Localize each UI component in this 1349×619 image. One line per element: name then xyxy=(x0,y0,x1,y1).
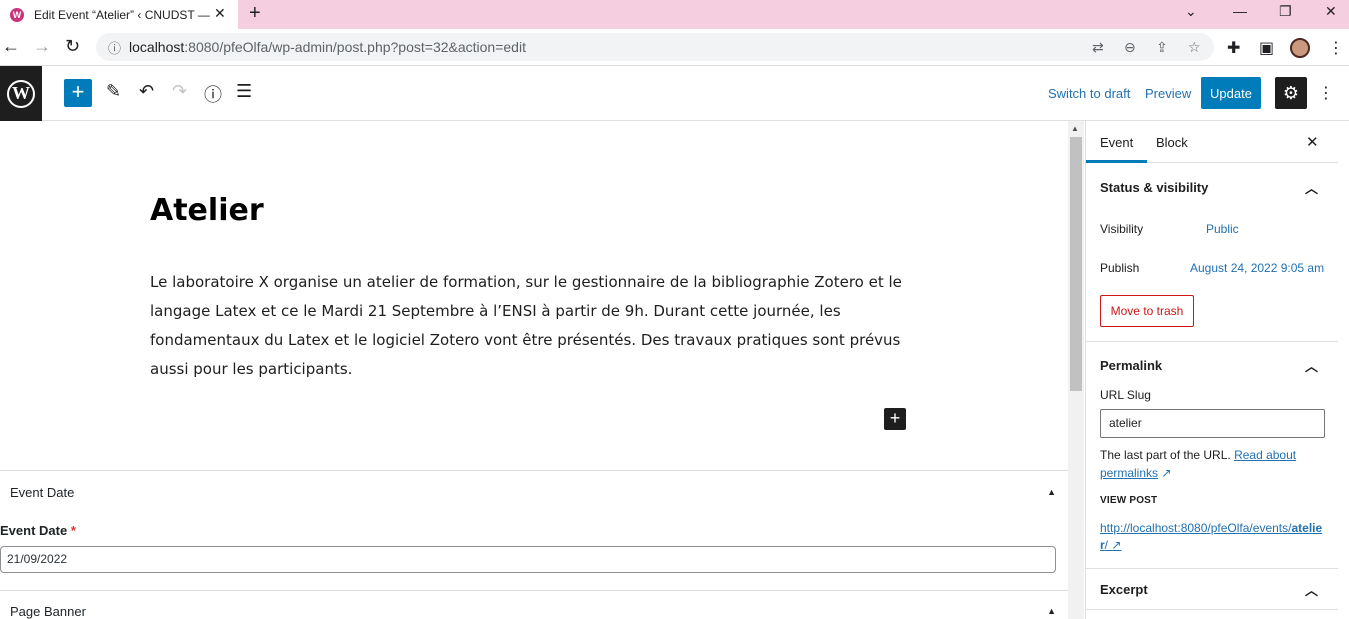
visibility-label: Visibility xyxy=(1100,222,1144,236)
sidebar-tabs: Event Block ✕ xyxy=(1085,121,1338,163)
url-slug-label: URL Slug xyxy=(1100,388,1151,402)
editor-canvas: Atelier Le laboratoire X organise un ate… xyxy=(0,121,1068,619)
metabox-title: Page Banner xyxy=(10,603,86,619)
add-block-icon[interactable]: + xyxy=(884,408,906,430)
panel-title: Status & visibility xyxy=(1100,179,1209,195)
status-visibility-panel: Status & visibility ︿ Visibility Public … xyxy=(1086,163,1338,342)
page-banner-metabox: Page Banner ▲ xyxy=(0,590,1068,619)
chevron-up-icon[interactable]: ︿ xyxy=(1305,580,1318,599)
site-info-icon[interactable]: ⓘ xyxy=(108,38,121,57)
collapse-arrow-icon[interactable]: ▲ xyxy=(1047,487,1056,497)
preview-button[interactable]: Preview xyxy=(1145,86,1191,101)
url-path: :8080/pfeOlfa/wp-admin/post.php?post=32&… xyxy=(184,39,526,55)
minimize-icon[interactable]: — xyxy=(1233,3,1247,19)
event-date-label: Event Date * xyxy=(0,523,76,538)
settings-gear-icon[interactable]: ⚙ xyxy=(1275,77,1307,109)
address-bar[interactable]: ⓘ localhost:8080/pfeOlfa/wp-admin/post.p… xyxy=(96,33,1214,61)
tab-block[interactable]: Block xyxy=(1156,135,1188,150)
publish-label: Publish xyxy=(1100,261,1140,275)
scrollbar-thumb[interactable] xyxy=(1070,137,1082,391)
maximize-icon[interactable]: ❐ xyxy=(1279,3,1292,20)
event-date-field: Event Date * 21/09/2022 xyxy=(0,523,1068,573)
wordpress-favicon-icon: W xyxy=(10,7,24,22)
panel-title: Excerpt xyxy=(1100,581,1148,597)
view-post-link[interactable]: http://localhost:8080/pfeOlfa/events/ate… xyxy=(1100,520,1328,554)
browser-tab-bar: W Edit Event “Atelier” ‹ CNUDST — ✕ + ⌄ … xyxy=(0,0,1349,29)
event-date-metabox-header[interactable]: Event Date ▲ xyxy=(0,471,1068,513)
metabox-title: Event Date xyxy=(10,484,75,500)
translate-icon[interactable]: ⇄ xyxy=(1092,39,1104,56)
bookmark-star-icon[interactable]: ☆ xyxy=(1188,39,1201,56)
page-banner-metabox-header[interactable]: Page Banner ▲ xyxy=(0,591,1068,619)
close-window-icon[interactable]: ✕ xyxy=(1325,3,1337,20)
side-panel-icon[interactable]: ▣ xyxy=(1259,38,1274,58)
profile-avatar[interactable] xyxy=(1290,38,1310,58)
more-options-icon[interactable]: ⋮ xyxy=(1318,83,1334,103)
url-text: localhost:8080/pfeOlfa/wp-admin/post.php… xyxy=(129,39,526,55)
block-inserter-button[interactable]: + xyxy=(64,79,92,107)
url-host: localhost xyxy=(129,39,185,55)
switch-to-draft-button[interactable]: Switch to draft xyxy=(1048,86,1130,101)
visibility-row: Visibility Public xyxy=(1086,211,1338,250)
browser-tab[interactable]: W Edit Event “Atelier” ‹ CNUDST — ✕ xyxy=(0,0,238,29)
tab-title: Edit Event “Atelier” ‹ CNUDST — xyxy=(34,7,210,22)
list-view-icon[interactable]: ☰ xyxy=(236,81,252,102)
tab-search-icon[interactable]: ⌄ xyxy=(1185,3,1197,20)
browser-toolbar: ← → ↻ ⓘ localhost:8080/pfeOlfa/wp-admin/… xyxy=(0,29,1349,66)
edit-tools-pencil-icon[interactable]: ✎ xyxy=(106,81,121,102)
close-tab-icon[interactable]: ✕ xyxy=(214,5,226,22)
external-link-icon: ↗ xyxy=(1108,538,1122,552)
forward-icon[interactable]: → xyxy=(33,36,51,57)
paragraph-block[interactable]: Le laboratoire X organise un atelier de … xyxy=(150,268,910,384)
update-button[interactable]: Update xyxy=(1201,77,1261,109)
share-icon[interactable]: ⇪ xyxy=(1156,39,1168,56)
editor-header: W + ✎ ↶ ↷ ⓘ ☰ Switch to draft Preview Up… xyxy=(0,66,1349,121)
url-slug-input[interactable]: atelier xyxy=(1100,409,1325,438)
settings-sidebar: Event Block ✕ Status & visibility ︿ Visi… xyxy=(1085,121,1338,619)
wordpress-logo-icon[interactable]: W xyxy=(0,66,42,121)
permalink-header[interactable]: Permalink ︿ xyxy=(1086,342,1338,388)
post-title[interactable]: Atelier xyxy=(150,193,264,228)
back-icon[interactable]: ← xyxy=(2,36,20,57)
redo-icon[interactable]: ↷ xyxy=(172,81,187,102)
undo-icon[interactable]: ↶ xyxy=(139,81,154,102)
publish-date-toggle[interactable]: August 24, 2022 9:05 am xyxy=(1190,261,1324,275)
excerpt-panel: Excerpt ︿ xyxy=(1086,569,1338,610)
status-visibility-header[interactable]: Status & visibility ︿ xyxy=(1086,163,1338,211)
reload-icon[interactable]: ↻ xyxy=(65,36,80,57)
chevron-up-icon[interactable]: ︿ xyxy=(1305,356,1318,375)
excerpt-header[interactable]: Excerpt ︿ xyxy=(1086,569,1338,609)
extensions-puzzle-icon[interactable]: ✚ xyxy=(1227,38,1240,58)
permalink-panel: Permalink ︿ URL Slug atelier The last pa… xyxy=(1086,342,1338,569)
move-to-trash-button[interactable]: Move to trash xyxy=(1100,295,1194,327)
details-info-icon[interactable]: ⓘ xyxy=(204,81,222,107)
zoom-icon[interactable]: ⊖ xyxy=(1124,39,1136,56)
event-date-metabox: Event Date ▲ Event Date * 21/09/2022 xyxy=(0,470,1068,573)
permalink-help: The last part of the URL. Read about per… xyxy=(1100,448,1297,480)
scroll-up-arrow-icon[interactable]: ▲ xyxy=(1071,124,1079,133)
new-tab-button[interactable]: + xyxy=(249,2,261,25)
close-sidebar-icon[interactable]: ✕ xyxy=(1306,133,1319,151)
tab-event[interactable]: Event xyxy=(1085,135,1148,163)
collapse-arrow-icon[interactable]: ▲ xyxy=(1047,606,1056,616)
browser-menu-icon[interactable]: ⋮ xyxy=(1328,38,1344,58)
chevron-up-icon[interactable]: ︿ xyxy=(1305,178,1318,197)
panel-title: Permalink xyxy=(1100,357,1163,373)
publish-row: Publish August 24, 2022 9:05 am xyxy=(1086,250,1338,289)
view-post-label: VIEW POST xyxy=(1100,495,1158,506)
external-link-icon: ↗ xyxy=(1158,466,1172,480)
visibility-toggle[interactable]: Public xyxy=(1206,222,1239,236)
event-date-input[interactable]: 21/09/2022 xyxy=(0,546,1056,573)
